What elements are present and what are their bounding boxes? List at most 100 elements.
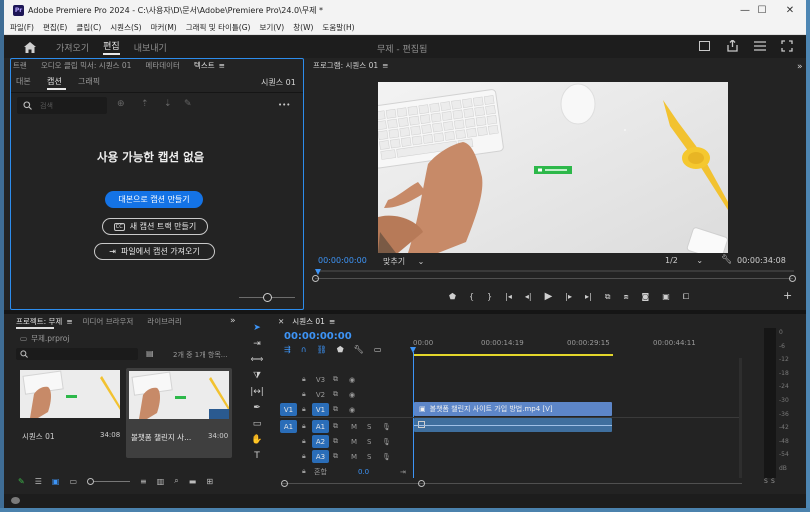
go-to-end-icon[interactable]: ⇥ [400, 468, 406, 476]
menu-sequence[interactable]: 시퀀스(S) [110, 22, 141, 33]
fullscreen-icon[interactable] [781, 40, 793, 52]
list-view-icon[interactable]: ☰ [35, 477, 42, 486]
merge-up-icon[interactable]: ⇡ [141, 99, 149, 109]
scroll-handle-left[interactable] [281, 480, 288, 487]
subtab-captions[interactable]: 캡션 [47, 76, 62, 87]
track-label[interactable]: A3 [312, 450, 329, 463]
subtab-transcript[interactable]: 대본 [16, 76, 31, 87]
new-bin-from-search-icon[interactable]: ▤ [146, 349, 154, 358]
menu-edit[interactable]: 편집(E) [43, 22, 67, 33]
solo-right-button[interactable]: S [771, 478, 775, 485]
automate-to-sequence-icon[interactable]: ▥ [157, 477, 165, 486]
close-button[interactable]: ✕ [776, 0, 804, 21]
source-patch-a1[interactable]: A1 [280, 420, 297, 433]
program-zoom-bar[interactable] [315, 278, 793, 279]
menu-graphics[interactable]: 그래픽 및 타이틀(G) [186, 22, 251, 33]
export-frame-icon[interactable]: ◙ [642, 292, 650, 301]
freeform-view-icon[interactable]: ▭ [69, 477, 77, 486]
lock-icon[interactable]: 🔒︎ [302, 405, 306, 414]
wrench-icon[interactable]: 🔧︎ [354, 345, 364, 354]
menu-help[interactable]: 도움말(H) [322, 22, 354, 33]
zoom-handle-right[interactable] [789, 275, 796, 282]
mark-in-icon[interactable]: { [469, 292, 474, 301]
share-icon[interactable] [727, 39, 738, 52]
microphone-icon[interactable]: 🎙︎ [382, 453, 391, 461]
microphone-icon[interactable]: 🎙︎ [382, 423, 391, 431]
sequence-tab[interactable]: 시퀀스 01 [292, 316, 325, 327]
razor-tool-icon[interactable]: ⧩ [253, 371, 261, 381]
menu-view[interactable]: 보기(V) [259, 22, 284, 33]
timeline-horizontal-scrollbar[interactable] [282, 483, 742, 484]
tab-import[interactable]: 가져오기 [56, 41, 89, 54]
sync-lock-icon[interactable]: ⧉ [333, 375, 338, 384]
slip-tool-icon[interactable]: |↔| [250, 387, 264, 397]
menu-file[interactable]: 파일(F) [10, 22, 34, 33]
close-sequence-icon[interactable]: ✕ [278, 317, 284, 326]
play-icon[interactable]: ▶ [545, 291, 553, 302]
overflow-icon[interactable]: » [797, 62, 803, 72]
more-options-icon[interactable]: ••• [278, 101, 290, 109]
search-input[interactable]: 검색 [17, 97, 107, 114]
track-label[interactable]: A1 [312, 420, 329, 433]
workspaces-icon[interactable] [754, 40, 766, 52]
eye-icon[interactable]: ◉ [349, 406, 355, 414]
ripple-edit-tool-icon[interactable]: ⟺ [251, 355, 264, 365]
menu-clip[interactable]: 클립(C) [76, 22, 101, 33]
extract-icon[interactable]: ⧈ [623, 292, 628, 302]
tab-media-browser[interactable]: 미디어 브라우저 [83, 316, 134, 327]
maximize-button[interactable]: ☐ [748, 0, 776, 21]
mute-button[interactable]: M [351, 453, 357, 461]
button-editor-icon[interactable]: + [783, 289, 792, 302]
timeline-timecode[interactable]: 00:00:00:00 [284, 331, 352, 342]
panel-splitter[interactable] [4, 310, 806, 314]
zoom-slider-handle[interactable] [263, 293, 272, 302]
source-patch-v1[interactable]: V1 [280, 403, 297, 416]
go-to-in-icon[interactable]: |◂ [505, 292, 512, 301]
track-label[interactable]: V3 [312, 373, 329, 386]
icon-view-icon[interactable]: ▣ [52, 477, 60, 486]
track-label[interactable]: A2 [312, 435, 329, 448]
eye-icon[interactable]: ◉ [349, 376, 355, 384]
sync-lock-icon[interactable]: ⧉ [333, 390, 338, 399]
wrench-icon[interactable]: 🔧︎ [721, 255, 732, 265]
create-captions-from-transcript-button[interactable]: 대본으로 캡션 만들기 [105, 191, 203, 208]
lock-icon[interactable]: 🔒︎ [302, 375, 306, 384]
menu-markers[interactable]: 마커(M) [151, 22, 177, 33]
track-select-tool-icon[interactable]: ⇥ [253, 339, 261, 349]
hand-tool-icon[interactable]: ✋ [251, 435, 262, 445]
comparison-view-icon[interactable]: ▣ [662, 292, 670, 301]
program-menu-icon[interactable]: ≡ [382, 61, 388, 70]
tab-export[interactable]: 내보내기 [134, 41, 167, 54]
edit-pencil-icon[interactable]: ✎ [184, 99, 192, 109]
solo-button[interactable]: S [367, 423, 371, 431]
sort-icon[interactable]: ≡ [140, 477, 147, 486]
sync-lock-icon[interactable]: ⧉ [333, 452, 338, 461]
project-menu-icon[interactable]: ≡ [66, 317, 72, 326]
sync-lock-icon[interactable]: ⧉ [333, 405, 338, 414]
overflow-icon[interactable]: » [230, 316, 236, 326]
tab-text[interactable]: 텍스트 [194, 60, 215, 71]
lock-icon[interactable]: 🔒︎ [302, 390, 306, 399]
panel-menu-icon[interactable]: ≡ [219, 61, 225, 70]
tab-project[interactable]: 프로젝트: 무제 [16, 316, 62, 327]
menu-window[interactable]: 창(W) [293, 22, 313, 33]
snap-icon[interactable]: ∩ [301, 345, 307, 354]
step-forward-icon[interactable]: |▸ [565, 292, 572, 301]
import-captions-from-file-button[interactable]: ⇥ 파일에서 캡션 가져오기 [94, 243, 215, 260]
tab-tools[interactable]: 트랜 [13, 60, 27, 71]
go-to-out-icon[interactable]: ▸| [585, 292, 592, 301]
merge-down-icon[interactable]: ⇣ [164, 99, 172, 109]
microphone-icon[interactable]: 🎙︎ [382, 438, 391, 446]
add-caption-icon[interactable]: ⊕ [117, 99, 125, 109]
add-marker-icon[interactable]: ⬟ [449, 292, 456, 301]
eye-icon[interactable]: ◉ [349, 391, 355, 399]
tab-edit[interactable]: 편집 [103, 39, 120, 55]
add-marker-icon[interactable]: ⬟ [337, 345, 344, 354]
lock-icon[interactable]: 🔒︎ [302, 437, 306, 446]
new-caption-track-button[interactable]: CC 새 캡션 트랙 만들기 [102, 218, 208, 235]
lock-icon[interactable]: 🔒︎ [302, 452, 306, 461]
rectangle-tool-icon[interactable]: ▭ [253, 419, 262, 429]
video-clip[interactable]: ▣ 볼챗폼 챌린지 사이트 가입 방법.mp4 [V] [414, 402, 612, 416]
sync-lock-icon[interactable]: ⧉ [333, 422, 338, 431]
solo-left-button[interactable]: S [764, 478, 768, 485]
